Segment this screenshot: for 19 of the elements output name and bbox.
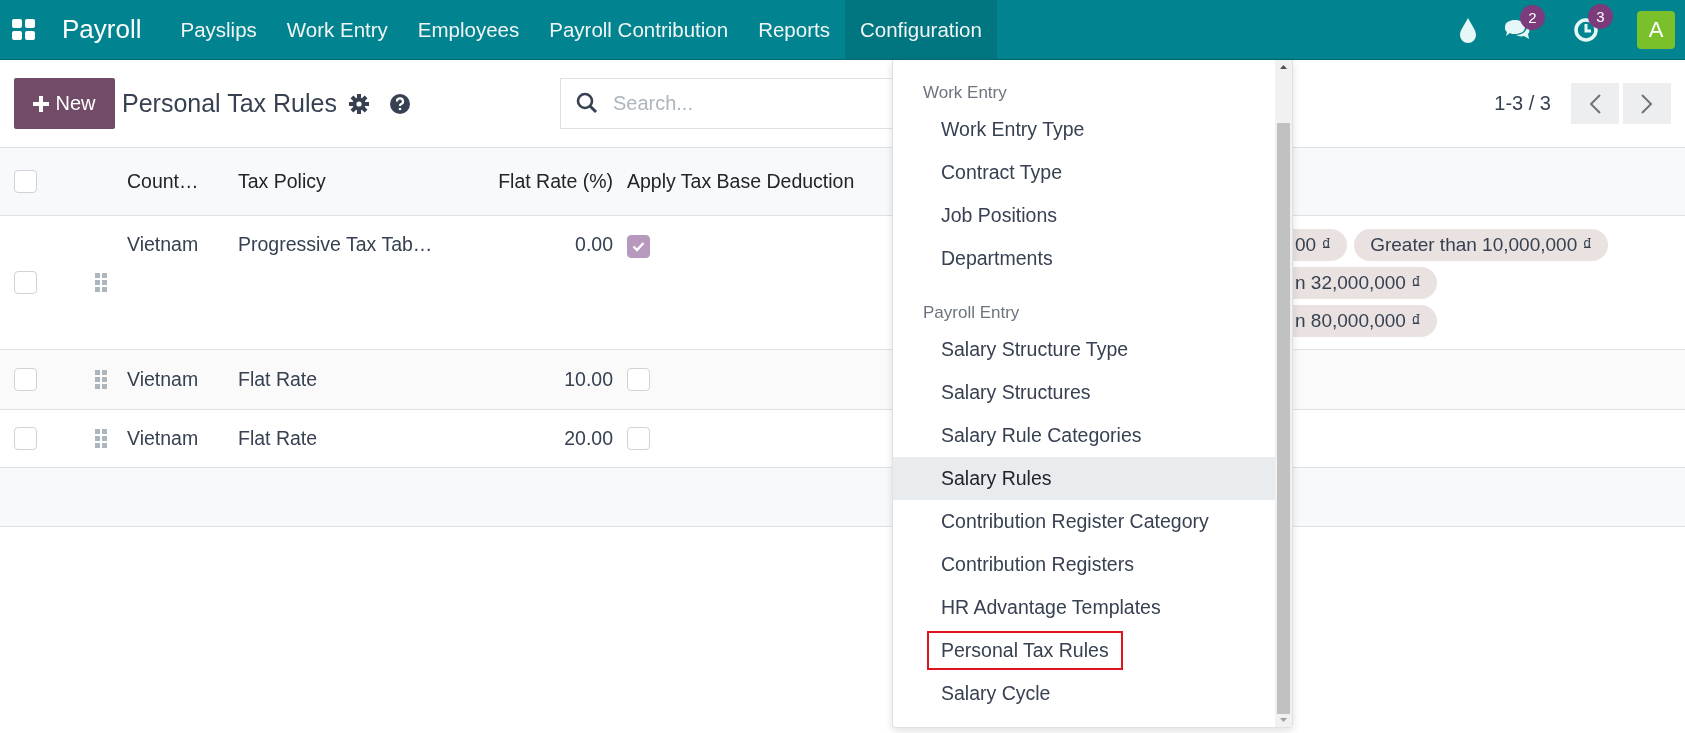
table-cell: Vietnam <box>127 233 199 256</box>
table-cell: 20.00 <box>564 427 613 450</box>
table-cell: Vietnam <box>127 368 199 391</box>
page-title: Personal Tax Rules <box>122 89 337 118</box>
tax-bracket-tag: n 80,000,000 ₫ <box>1293 305 1437 337</box>
table-cell: Progressive Tax Tab… <box>238 233 433 256</box>
tax-bracket-tag: Greater than 10,000,000 ₫ <box>1354 229 1609 261</box>
table-cell: Flat Rate <box>238 427 318 450</box>
tax-bracket-tag: 00 ₫ <box>1293 229 1348 261</box>
menu-section-title: Work Entry <box>922 82 1008 104</box>
table-cell: 0.00 <box>575 233 613 256</box>
tax-bracket-tag: n 32,000,000 ₫ <box>1293 267 1437 299</box>
table-cell: 10.00 <box>564 368 613 391</box>
pager-range: 1-3 / 3 <box>1494 92 1551 115</box>
table-cell: Vietnam <box>127 427 199 450</box>
menu-section-title: Payroll Entry <box>922 302 1021 324</box>
table-cell: Flat Rate <box>238 368 318 391</box>
message-count-badge: 2 <box>1520 4 1545 30</box>
activity-count-badge: 3 <box>1588 3 1613 29</box>
